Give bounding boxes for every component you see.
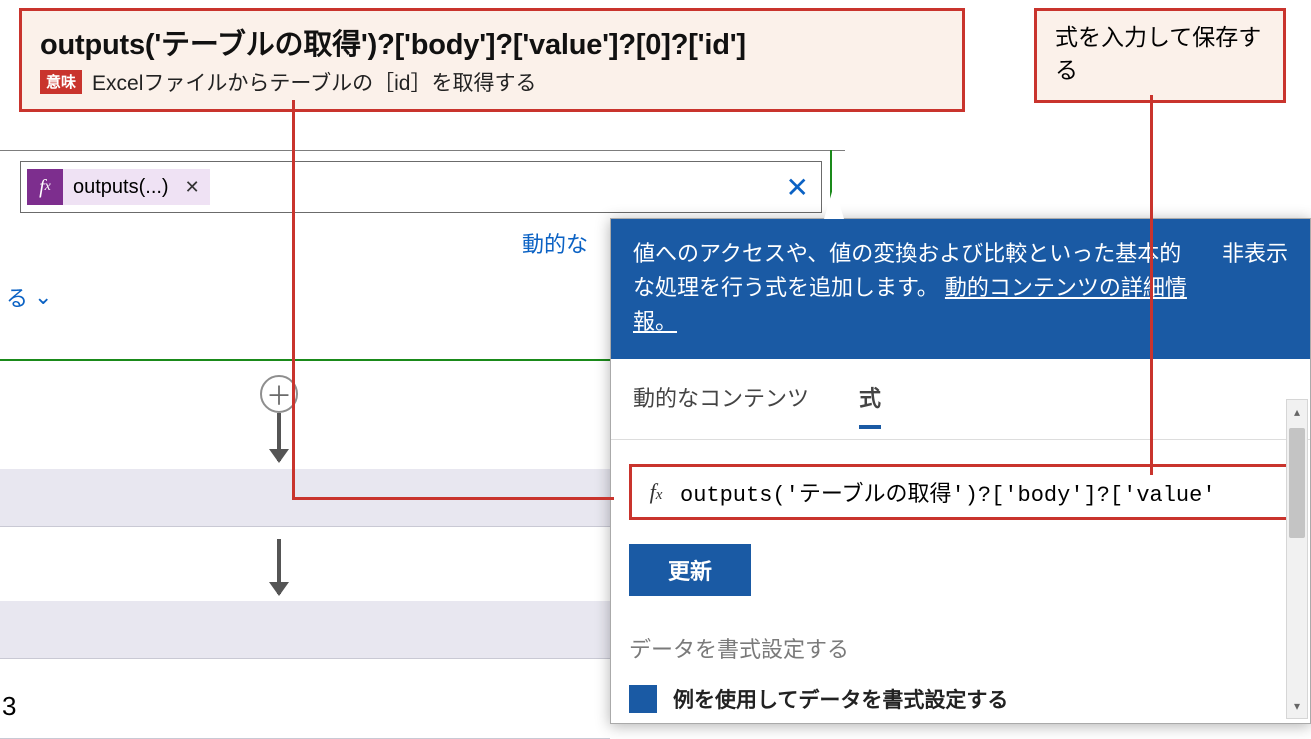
panel-description: 値へのアクセスや、値の変換および比較といった基本的な処理を行う式を追加します。 …: [633, 237, 1202, 339]
meaning-tag: 意味: [40, 70, 82, 94]
callout-expression-text: outputs('テーブルの取得')?['body']?['value']?[0…: [40, 21, 944, 63]
scroll-up-icon[interactable]: ▴: [1287, 400, 1307, 424]
collapse-row-text: る: [6, 281, 28, 313]
clear-field-icon[interactable]: ✕: [786, 171, 809, 204]
chevron-down-icon: ⌄: [34, 284, 52, 310]
flow-arrow-icon: [277, 539, 281, 594]
panel-tabs: 動的なコンテンツ 式: [611, 359, 1310, 440]
scroll-thumb[interactable]: [1289, 428, 1305, 538]
panel-scrollbar[interactable]: ▴ ▾: [1286, 399, 1308, 719]
action-card-placeholder[interactable]: [0, 601, 610, 659]
format-by-example-item[interactable]: 例を使用してデータを書式設定する: [629, 684, 1292, 714]
connector-line: [1150, 95, 1153, 475]
fx-icon: fx: [27, 169, 63, 205]
expression-input[interactable]: fx outputs('テーブルの取得')?['body']?['value': [629, 464, 1292, 520]
callout-meaning-row: 意味 Excelファイルからテーブルの［id］を取得する: [40, 67, 944, 97]
update-button[interactable]: 更新: [629, 544, 751, 596]
instruction-callout: 式を入力して保存する: [1034, 8, 1286, 103]
tab-dynamic-content[interactable]: 動的なコンテンツ: [633, 381, 809, 429]
format-icon: [629, 685, 657, 713]
scroll-down-icon[interactable]: ▾: [1287, 694, 1307, 718]
fx-icon: fx: [632, 479, 680, 505]
collapse-row[interactable]: る ⌄: [6, 281, 52, 313]
expression-callout: outputs('テーブルの取得')?['body']?['value']?[0…: [19, 8, 965, 112]
hide-panel-button[interactable]: 非表示: [1222, 237, 1288, 339]
panel-header: 値へのアクセスや、値の変換および比較といった基本的な処理を行う式を追加します。 …: [611, 219, 1310, 359]
dynamic-content-link-truncated[interactable]: 動的な: [522, 227, 588, 259]
expression-token-field[interactable]: fx outputs(...) ✕ ✕: [20, 161, 822, 213]
format-data-section-label: データを書式設定する: [629, 632, 1292, 664]
expression-input-text: outputs('テーブルの取得')?['body']?['value': [680, 476, 1216, 508]
chip-label: outputs(...): [73, 176, 169, 199]
row-number-label: 3: [2, 691, 16, 722]
flow-arrow-icon: [277, 413, 281, 461]
expression-editor-panel: 値へのアクセスや、値の変換および比較といった基本的な処理を行う式を追加します。 …: [610, 218, 1311, 724]
tab-expression[interactable]: 式: [859, 381, 881, 429]
callout-meaning-text: Excelファイルからテーブルの［id］を取得する: [92, 67, 536, 97]
format-by-example-label: 例を使用してデータを書式設定する: [673, 684, 1008, 714]
connector-line: [292, 497, 614, 500]
chip-remove-icon[interactable]: ✕: [185, 178, 200, 196]
action-card-placeholder[interactable]: [0, 681, 610, 739]
connector-line: [292, 100, 295, 500]
expression-chip[interactable]: fx outputs(...) ✕: [27, 169, 210, 205]
instruction-callout-text: 式を入力して保存する: [1055, 24, 1261, 83]
